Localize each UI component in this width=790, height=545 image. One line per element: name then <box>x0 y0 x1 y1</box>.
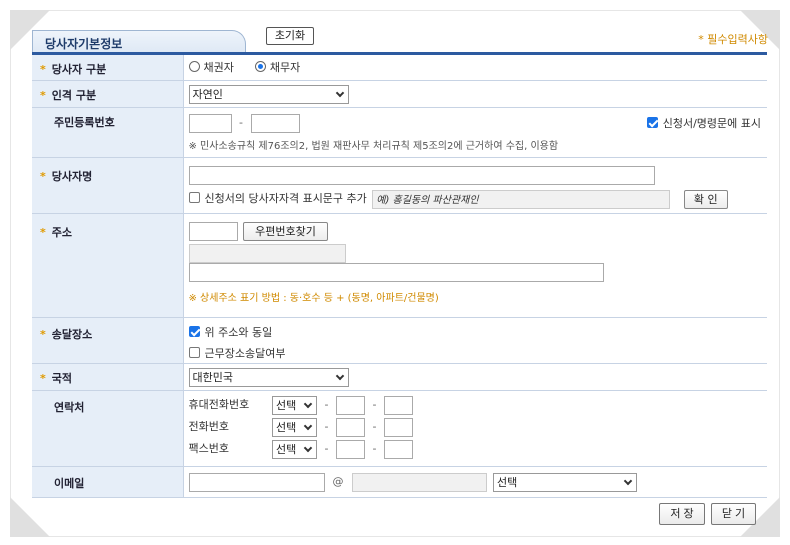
party-form: * 당사자 구분 채권자 채무자 * 인격 구분 자연인 주민등록번호 - 신청서/… <box>32 55 767 498</box>
save-button[interactable]: 저 장 <box>659 503 705 525</box>
contact-label: 연락처 <box>32 390 184 467</box>
person-type-select[interactable]: 자연인 <box>188 84 349 104</box>
chevron-down-icon <box>303 399 313 408</box>
radio-debtor-circle[interactable] <box>254 61 266 72</box>
email-domain-select[interactable]: 선택 <box>493 472 637 492</box>
zipcode-search-button[interactable]: 우편번호찾기 <box>243 221 328 241</box>
nationality-select[interactable]: 대한민국 <box>188 367 349 387</box>
party-name-input[interactable] <box>188 165 655 185</box>
mobile-prefix-select[interactable]: 선택 <box>272 395 317 415</box>
work-delivery-checkbox[interactable] <box>188 346 200 358</box>
qualification-option[interactable]: 신청서의 당사자자격 표시문구 추가 <box>188 192 367 205</box>
show-in-doc-option[interactable]: 신청서/명령문에 표시 <box>646 115 761 131</box>
radio-creditor[interactable]: 채권자 <box>188 61 234 74</box>
delivery-label: * 송달장소 <box>32 317 184 364</box>
close-button[interactable]: 닫 기 <box>711 503 756 525</box>
qualification-checkbox[interactable] <box>188 192 200 203</box>
contact-row-mobile: 휴대전화번호 선택 - - <box>189 395 768 415</box>
zipcode-input[interactable] <box>188 221 238 241</box>
resident-no-label: 주민등록번호 <box>32 107 184 158</box>
nationality-label: * 국적 <box>32 363 184 391</box>
resident-no-back[interactable] <box>250 113 300 133</box>
resident-no-front[interactable] <box>188 113 232 133</box>
mobile-mid-input[interactable] <box>336 395 365 415</box>
party-type-label: * 당사자 구분 <box>32 55 184 81</box>
phone-prefix-select[interactable]: 선택 <box>272 417 317 437</box>
phone-last-input[interactable] <box>384 417 413 437</box>
address-guide: ※ 상세주소 표기 방법 : 동·호수 등 + (동명, 아파트/건물명) <box>188 292 439 304</box>
contact-row-phone: 전화번호 선택 - - <box>189 417 768 437</box>
show-in-doc-checkbox[interactable] <box>646 116 658 128</box>
address-label: * 주소 <box>32 213 184 318</box>
privacy-notice: ※ 민사소송규칙 제76조의2, 법원 재판사무 처리규칙 제5조의2에 근거하… <box>188 140 559 152</box>
radio-creditor-circle[interactable] <box>188 61 200 72</box>
section-title: 당사자기본정보 <box>45 37 123 51</box>
party-name-label: * 당사자명 <box>32 157 184 214</box>
radio-debtor[interactable]: 채무자 <box>254 61 300 74</box>
work-delivery-option[interactable]: 근무장소송달여부 <box>188 345 768 361</box>
required-note: * 필수입력사항 <box>698 33 768 46</box>
email-local-input[interactable] <box>188 472 325 492</box>
reset-button[interactable]: 초기화 <box>266 27 314 45</box>
qualification-input[interactable]: 예) 홍길동의 파산관재인 <box>372 189 671 209</box>
mobile-last-input[interactable] <box>384 395 413 415</box>
same-address-checkbox[interactable] <box>188 325 200 337</box>
same-address-option[interactable]: 위 주소와 동일 <box>188 324 768 340</box>
chevron-down-icon <box>335 371 344 380</box>
confirm-button[interactable]: 확 인 <box>683 189 728 209</box>
email-domain-input[interactable] <box>351 472 487 492</box>
person-type-label: * 인격 구분 <box>32 80 184 108</box>
fax-last-input[interactable] <box>384 439 413 459</box>
chevron-down-icon <box>303 421 313 430</box>
contact-row-fax: 팩스번호 선택 - - <box>189 439 768 459</box>
fax-prefix-select[interactable]: 선택 <box>272 439 317 459</box>
page-curl-bottom-left <box>10 497 50 537</box>
chevron-down-icon <box>623 476 633 485</box>
phone-mid-input[interactable] <box>336 417 365 437</box>
chevron-down-icon <box>303 443 313 452</box>
email-label: 이메일 <box>32 466 184 498</box>
address-detail-input[interactable] <box>188 262 604 282</box>
chevron-down-icon <box>335 88 344 97</box>
section-tab: 당사자기본정보 <box>32 30 246 52</box>
address-base-input[interactable] <box>188 243 346 263</box>
fax-mid-input[interactable] <box>336 439 365 459</box>
